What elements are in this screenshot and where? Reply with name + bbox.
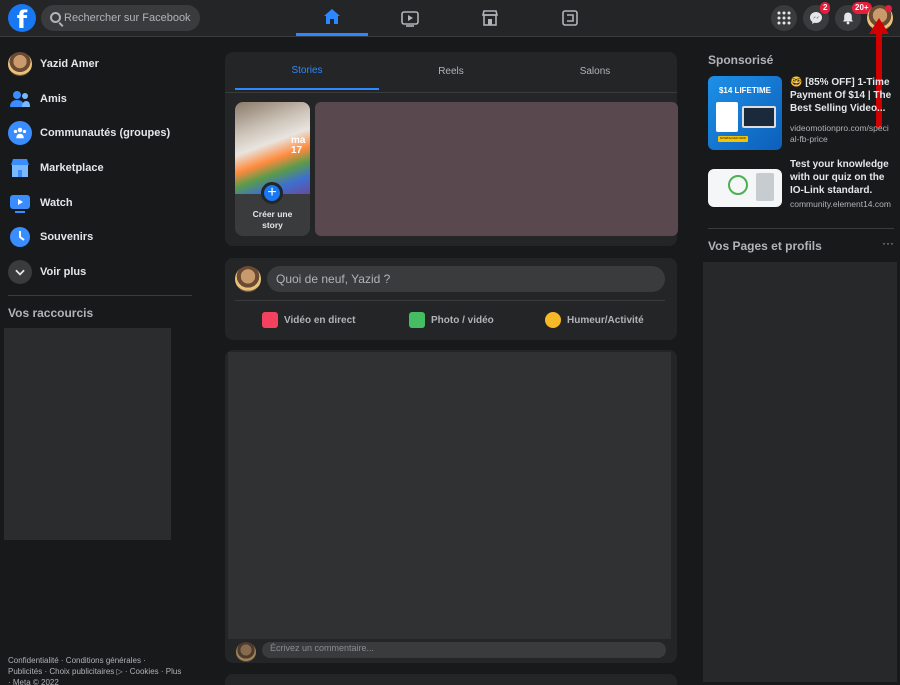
- sidebar-item-see-more[interactable]: Voir plus: [8, 257, 188, 287]
- pages-placeholder: [703, 262, 897, 682]
- facebook-logo[interactable]: f: [8, 4, 36, 32]
- chevron-down-icon: [8, 260, 32, 284]
- post-composer: Vidéo en direct Photo / vidéo Humeur/Act…: [225, 258, 677, 340]
- sidebar-item-watch[interactable]: Watch: [8, 188, 188, 218]
- sidebar-item-profile[interactable]: Yazid Amer: [8, 49, 188, 79]
- messenger-badge: 2: [820, 2, 831, 14]
- create-story-photo: ma 17: [235, 102, 310, 194]
- ad-thumbnail: [708, 169, 782, 207]
- tab-stories[interactable]: Stories: [235, 52, 379, 90]
- ad-text: Test your knowledge with our quiz on the…: [790, 159, 889, 196]
- watch-icon: [8, 191, 32, 215]
- watch-icon: [401, 11, 419, 27]
- friends-icon: [8, 87, 32, 111]
- product-box: [716, 102, 738, 132]
- tab-gaming[interactable]: [534, 0, 606, 36]
- comment-avatar: [236, 642, 256, 662]
- stories-redaction: [315, 102, 678, 236]
- ad-graphic: [728, 175, 748, 195]
- photo-text: ma 17: [291, 135, 306, 156]
- search-input[interactable]: [64, 5, 196, 31]
- action-label: Humeur/Activité: [567, 314, 644, 326]
- ad-device: [756, 173, 774, 201]
- create-story-card[interactable]: ma 17 + Créer une story: [235, 102, 310, 236]
- search-box[interactable]: [41, 5, 200, 31]
- photo-icon: [409, 312, 425, 328]
- home-icon: [324, 8, 340, 24]
- sponsored-title: Sponsorisé: [708, 53, 774, 67]
- comment-row: Écrivez un commentaire...: [236, 640, 666, 662]
- shortcuts-placeholder: [4, 328, 171, 540]
- tab-salons[interactable]: Salons: [523, 52, 667, 90]
- memories-icon: [8, 225, 32, 249]
- create-story-line: story: [262, 220, 283, 230]
- footer-line: Publicités · Choix publicitaires ▷ · Coo…: [8, 667, 182, 676]
- sidebar-divider: [8, 295, 192, 296]
- ad-item[interactable]: $14 LIFETIME DOWNLOAD NOW 🤓 [85% OFF] 1-…: [708, 76, 894, 150]
- post-redaction: [228, 352, 671, 639]
- bell-icon: [843, 12, 853, 25]
- feeling-activity-button[interactable]: Humeur/Activité: [545, 310, 644, 330]
- action-label: Photo / vidéo: [431, 314, 494, 326]
- grid-menu-icon: [777, 11, 791, 25]
- tab-marketplace[interactable]: [454, 0, 526, 36]
- sidebar-item-label: Communautés (groupes): [40, 127, 171, 139]
- search-icon: [50, 12, 61, 23]
- tab-home[interactable]: [296, 0, 368, 36]
- right-divider: [708, 228, 894, 229]
- sidebar-item-memories[interactable]: Souvenirs: [8, 222, 188, 252]
- sidebar-item-friends[interactable]: Amis: [8, 84, 188, 114]
- footer-line: Confidentialité · Conditions générales ·: [8, 656, 146, 665]
- ad-item[interactable]: Test your knowledge with our quiz on the…: [708, 158, 894, 228]
- messenger-icon: [810, 12, 822, 24]
- composer-divider: [235, 300, 665, 301]
- plus-icon[interactable]: +: [261, 182, 283, 204]
- live-video-icon: [262, 312, 278, 328]
- sidebar-item-label: Marketplace: [40, 162, 104, 174]
- ad-domain: videomotionpro.com/special-fb-price: [790, 123, 889, 144]
- tabs-divider: [225, 92, 677, 93]
- shortcuts-title: Vos raccourcis: [8, 306, 94, 320]
- user-avatar: [8, 52, 32, 76]
- create-story-label: Créer une story: [235, 209, 310, 231]
- gaming-icon: [562, 10, 578, 26]
- user-name: Yazid Amer: [40, 58, 99, 70]
- action-label: Vidéo en direct: [284, 314, 356, 326]
- feeling-icon: [545, 312, 561, 328]
- ad-thumb-label: $14 LIFETIME: [718, 86, 771, 95]
- photo-video-button[interactable]: Photo / vidéo: [409, 310, 494, 330]
- pages-title: Vos Pages et profils: [708, 239, 822, 253]
- comment-input[interactable]: Écrivez un commentaire...: [262, 642, 666, 658]
- marketplace-icon: [8, 156, 32, 180]
- pages-more-button[interactable]: ···: [882, 236, 894, 250]
- create-story-line: Créer une: [252, 209, 293, 219]
- tab-watch[interactable]: [374, 0, 446, 36]
- sidebar-item-label: Voir plus: [40, 266, 87, 278]
- stories-card: Stories Reels Salons ma 17 + Créer une s…: [225, 52, 678, 246]
- groups-icon: [8, 121, 32, 145]
- sidebar-item-label: Amis: [40, 93, 67, 105]
- composer-input[interactable]: [267, 266, 665, 292]
- sidebar-item-label: Souvenirs: [40, 231, 94, 243]
- tab-reels[interactable]: Reels: [379, 52, 523, 90]
- sidebar-item-label: Watch: [40, 197, 73, 209]
- live-video-button[interactable]: Vidéo en direct: [262, 310, 356, 330]
- ad-thumb-sub: DOWNLOAD NOW: [718, 136, 748, 142]
- laptop-image: [742, 106, 776, 128]
- sidebar-item-marketplace[interactable]: Marketplace: [8, 153, 188, 183]
- marketplace-icon: [481, 10, 499, 26]
- ad-text: 🤓 [85% OFF] 1-Time Payment Of $14 | The …: [790, 77, 892, 114]
- composer-avatar: [235, 266, 261, 292]
- ad-domain: community.element14.com: [790, 199, 891, 209]
- next-post-card: [225, 674, 677, 685]
- profile-alert-dot: [885, 5, 892, 12]
- footer-links[interactable]: Confidentialité · Conditions générales ·…: [8, 655, 198, 685]
- sidebar-item-groups[interactable]: Communautés (groupes): [8, 118, 188, 148]
- footer-line: · Meta © 2022: [8, 678, 59, 685]
- menu-button[interactable]: [771, 5, 797, 31]
- ad-thumbnail: $14 LIFETIME DOWNLOAD NOW: [708, 76, 782, 150]
- top-navigation-bar: f 2 20+: [0, 0, 900, 37]
